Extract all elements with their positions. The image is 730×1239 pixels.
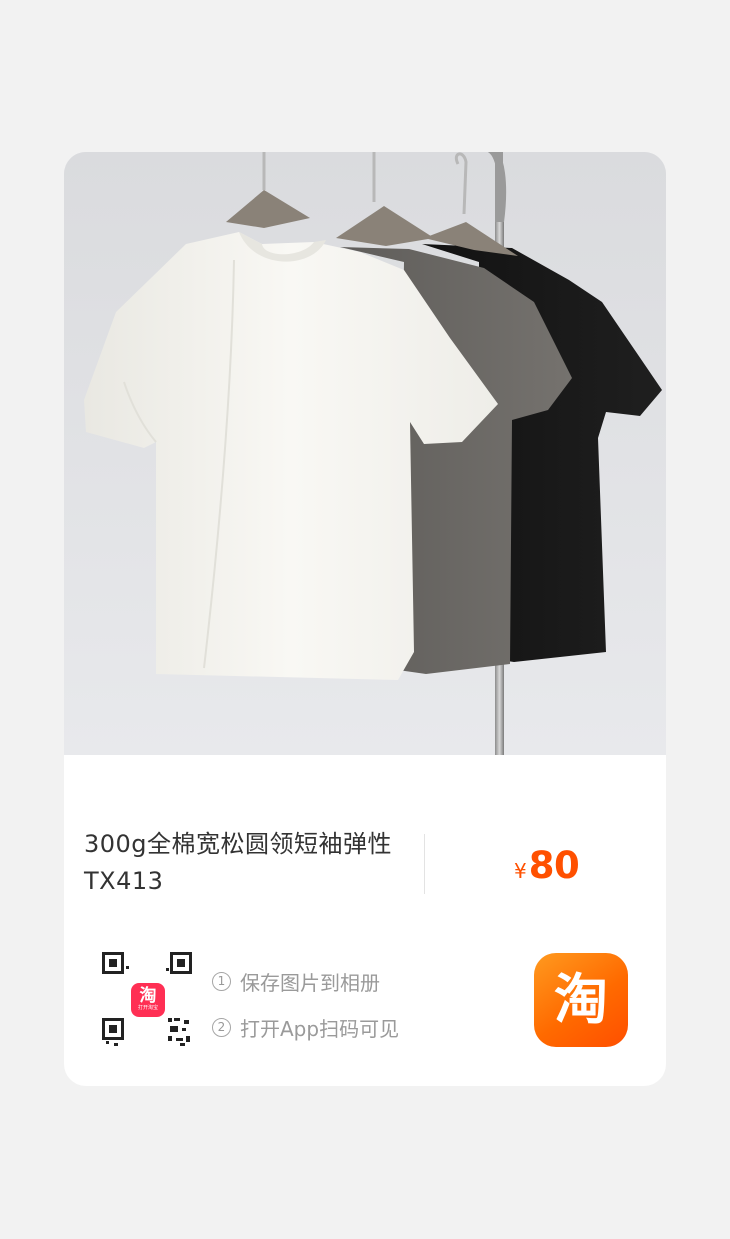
step-number: 1 [212,971,231,991]
currency-symbol: ¥ [514,859,527,883]
product-title: 300g全棉宽松圆领短袖弹性 TX413 [84,830,393,895]
taobao-logo-icon: 淘 打开淘宝 [131,983,165,1017]
product-photo[interactable] [64,152,666,755]
divider [424,834,425,894]
price-value: 80 [528,844,580,887]
instruction-step: 1 保存图片到相册 [212,958,399,1004]
qr-code[interactable]: 淘 打开淘宝 [102,952,192,1048]
step-text: 打开App扫码可见 [240,1016,400,1041]
step-number: 2 [212,1017,231,1037]
taobao-app-icon[interactable]: 淘 [534,953,628,1047]
product-share-card: 300g全棉宽松圆领短袖弹性 TX413 ¥80 淘 打开淘宝 1 保存图片到相… [64,152,666,1086]
scan-instructions: 1 保存图片到相册 2 打开App扫码可见 [212,958,399,1050]
product-price: ¥80 [514,844,580,887]
step-text: 保存图片到相册 [240,970,380,995]
instruction-step: 2 打开App扫码可见 [212,1004,399,1050]
